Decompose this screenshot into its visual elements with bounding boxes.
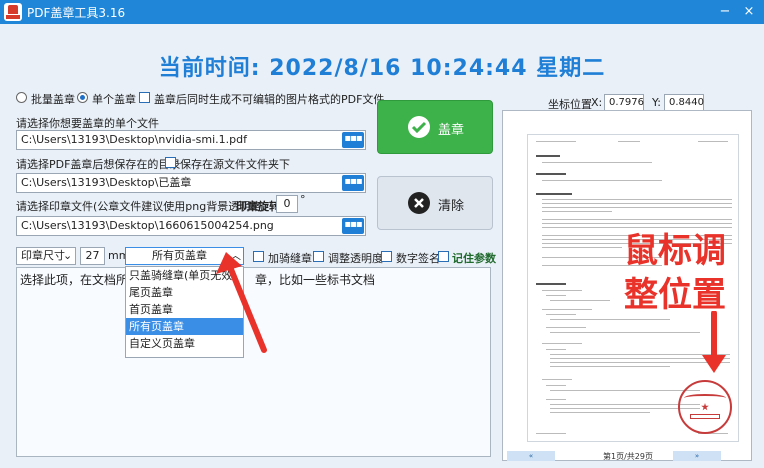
size-mode-select[interactable]: 印章尺寸 ⌄	[16, 247, 76, 265]
clear-button[interactable]: 清除	[377, 176, 493, 230]
size-input[interactable]: 27	[80, 247, 105, 265]
file1-label: 请选择你想要盖章的单个文件	[16, 117, 159, 130]
annotation-arrow-down-icon	[702, 311, 726, 373]
source-file-input[interactable]: C:\Users\13193\Desktop\nvidia-smi.1.pdf	[16, 130, 366, 150]
batch-stamp-label: 批量盖章	[31, 93, 75, 106]
opacity-label: 调整透明度	[328, 252, 383, 265]
window-title: PDF盖章工具3.16	[27, 6, 126, 20]
close-button[interactable]: ×	[739, 2, 759, 22]
stamp-file-input[interactable]: C:\Users\13193\Desktop\1660615004254.png	[16, 216, 366, 236]
browse-stamp-button[interactable]: ▪▪▪	[342, 218, 364, 234]
single-stamp-label: 单个盖章	[92, 93, 136, 106]
file2-label: 请选择PDF盖章后想保存在的目录	[16, 158, 181, 171]
title-bar: PDF盖章工具3.16 − ×	[0, 0, 764, 24]
current-time: 当前时间: 2022/8/16 10:24:44 星期二	[158, 56, 606, 81]
hint-text-start: 选择此项，在文档所	[20, 273, 129, 287]
image-pdf-checkbox[interactable]	[139, 92, 150, 103]
rotate-label: 印章旋转	[236, 200, 280, 213]
app-logo-icon	[4, 3, 22, 21]
pdf-preview[interactable]: 鼠标调 整位置 « 第1页/共29页 »	[502, 110, 752, 461]
nav-next-button[interactable]: »	[673, 451, 721, 461]
position-x-label: X:	[591, 96, 603, 109]
rotate-input[interactable]: 0	[276, 195, 298, 213]
remember-params-checkbox[interactable]	[438, 251, 449, 262]
opacity-checkbox[interactable]	[313, 251, 324, 262]
remember-params-label: 记住参数	[452, 252, 496, 265]
degree-symbol: °	[300, 193, 306, 206]
stamp-button-label: 盖章	[438, 123, 465, 138]
position-y-label: Y:	[652, 96, 661, 109]
save-same-folder-checkbox[interactable]	[165, 157, 176, 168]
check-icon	[408, 116, 430, 138]
annotation-line2: 整位置	[624, 275, 726, 315]
output-dir-input[interactable]: C:\Users\13193\Desktop\已盖章	[16, 173, 366, 193]
nav-first-button[interactable]: «	[507, 451, 555, 461]
single-stamp-radio[interactable]	[77, 92, 88, 103]
minimize-button[interactable]: −	[715, 2, 735, 22]
save-same-folder-label: 保存在源文件文件夹下	[180, 158, 290, 171]
size-mode-value: 印章尺寸	[21, 249, 65, 262]
close-circle-icon	[408, 192, 430, 214]
annotation-line1: 鼠标调	[624, 231, 726, 271]
annotation-arrow-icon	[216, 252, 267, 353]
stamp-button[interactable]: 盖章	[377, 100, 493, 154]
file3-label: 请选择印章文件(公章文件建议使用png背景透明格	[16, 200, 262, 213]
page-indicator: 第1页/共29页	[603, 452, 653, 461]
stamp-preview-icon[interactable]	[678, 380, 732, 434]
clear-button-label: 清除	[438, 199, 465, 214]
seam-stamp-label: 加骑缝章	[268, 252, 312, 265]
browse-output-button[interactable]: ▪▪▪	[342, 175, 364, 191]
digital-signature-label: 数字签名	[396, 252, 440, 265]
chevron-down-icon: ⌄	[63, 249, 73, 262]
pdf-page[interactable]: 鼠标调 整位置	[527, 134, 739, 442]
page-mode-value: 所有页盖章	[152, 249, 207, 262]
digital-signature-checkbox[interactable]	[381, 251, 392, 262]
batch-stamp-radio[interactable]	[16, 92, 27, 103]
image-pdf-label: 盖章后同时生成不可编辑的图片格式的PDF文件	[154, 93, 385, 106]
browse-source-button[interactable]: ▪▪▪	[342, 132, 364, 148]
